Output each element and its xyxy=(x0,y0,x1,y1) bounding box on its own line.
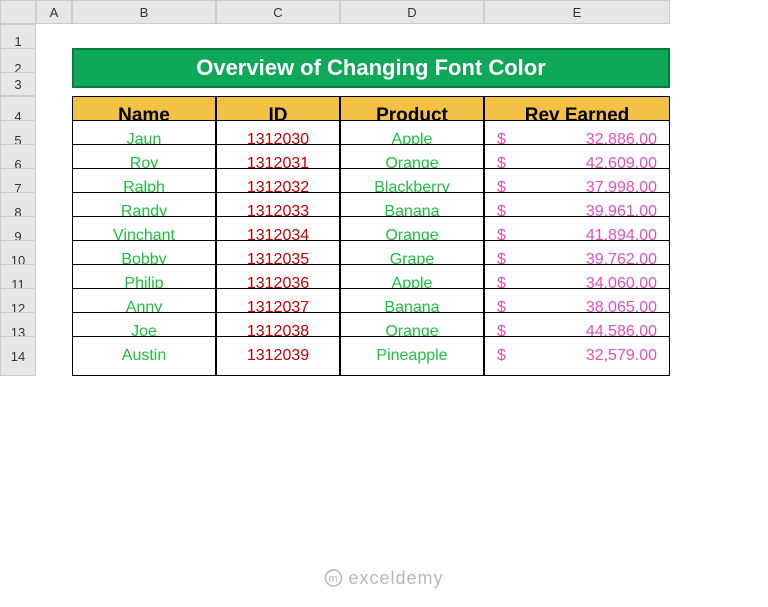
cell-A3[interactable] xyxy=(36,72,72,96)
data-id-cell[interactable]: 1312039 xyxy=(216,336,340,376)
column-header-E[interactable]: E xyxy=(484,0,670,24)
svg-text:m: m xyxy=(328,573,338,585)
data-name-cell[interactable]: Austin xyxy=(72,336,216,376)
watermark: m exceldemy xyxy=(324,568,443,589)
row-header-3[interactable]: 3 xyxy=(0,72,36,96)
column-header-C[interactable]: C xyxy=(216,0,340,24)
cell-C3[interactable] xyxy=(216,72,340,96)
cell-B3[interactable] xyxy=(72,72,216,96)
column-header-A[interactable]: A xyxy=(36,0,72,24)
column-header-D[interactable]: D xyxy=(340,0,484,24)
select-all-corner[interactable] xyxy=(0,0,36,24)
cell-E3[interactable] xyxy=(484,72,670,96)
data-product-cell[interactable]: Pineapple xyxy=(340,336,484,376)
cell-A14[interactable] xyxy=(36,336,72,376)
currency-symbol: $ xyxy=(497,347,506,365)
rev-value: 32,579.00 xyxy=(506,347,657,365)
row-header-14[interactable]: 14 xyxy=(0,336,36,376)
data-rev-cell[interactable]: $32,579.00 xyxy=(484,336,670,376)
cell-D3[interactable] xyxy=(340,72,484,96)
column-header-B[interactable]: B xyxy=(72,0,216,24)
